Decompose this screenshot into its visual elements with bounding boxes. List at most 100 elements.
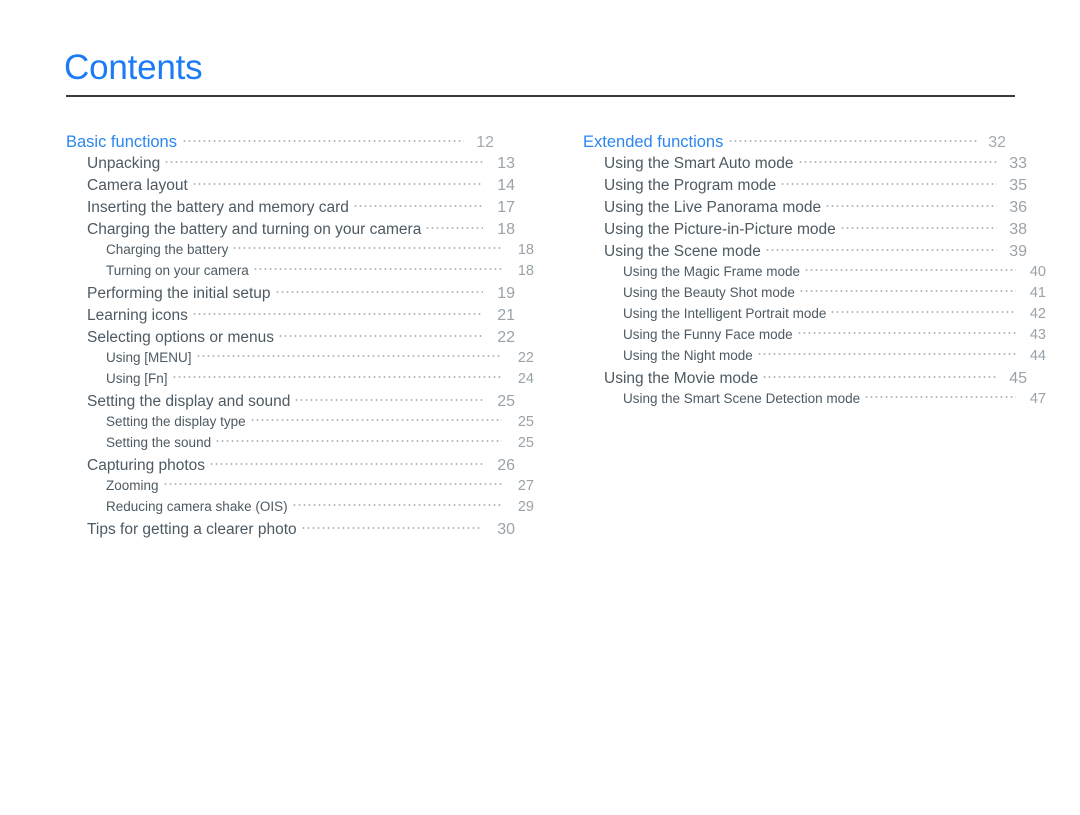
toc-entry[interactable]: Capturing photos 26	[66, 454, 515, 476]
toc-dot-leader	[825, 196, 997, 212]
toc-entry-label: Inserting the battery and memory card	[87, 198, 349, 216]
toc-entry-page-number: 12	[476, 133, 494, 151]
toc-entry[interactable]: Using the Picture-in-Picture mode 38	[583, 218, 1027, 240]
toc-entry-page-number: 44	[1029, 347, 1046, 364]
toc-entry-label: Unpacking	[87, 154, 161, 172]
toc-entry[interactable]: Using [MENU] 22	[66, 348, 534, 369]
toc-dot-leader	[756, 346, 1016, 360]
toc-entry[interactable]: Setting the display type 25	[66, 412, 534, 433]
toc-entry-label: Tips for getting a clearer photo	[87, 520, 297, 538]
toc-entry-label: Charging the battery	[106, 241, 229, 257]
toc-entry[interactable]: Zooming 27	[66, 476, 534, 497]
toc-entry-label: Using the Night mode	[623, 347, 753, 363]
toc-entry-label: Using the Intelligent Portrait mode	[623, 305, 827, 321]
toc-dot-leader	[277, 326, 483, 342]
toc-entry-label: Using the Live Panorama mode	[604, 198, 822, 216]
toc-entry-page-number: 42	[1029, 305, 1046, 322]
toc-entry-label: Using the Magic Frame mode	[623, 263, 801, 279]
toc-dot-leader	[425, 218, 483, 234]
toc-entry-page-number: 30	[497, 520, 515, 538]
toc-entry[interactable]: Using the Smart Auto mode 33	[583, 152, 1027, 174]
toc-left-column: Basic functions 12 Unpacking 13 Camera layou…	[66, 130, 534, 540]
toc-entry[interactable]: Using the Intelligent Portrait mode 42	[583, 304, 1046, 325]
toc-entry[interactable]: Using the Night mode 44	[583, 346, 1046, 367]
toc-entry[interactable]: Learning icons 21	[66, 304, 515, 326]
toc-dot-leader	[294, 390, 483, 406]
toc-entry[interactable]: Tips for getting a clearer photo 30	[66, 518, 515, 540]
toc-right-column: Extended functions 32 Using the Smart Auto…	[583, 130, 1046, 410]
toc-entry-page-number: 18	[517, 262, 534, 279]
toc-dot-leader	[215, 433, 502, 447]
toc-entry-page-number: 47	[1029, 390, 1046, 407]
toc-entry-page-number: 21	[497, 306, 515, 324]
toc-entry[interactable]: Selecting options or menus 22	[66, 326, 515, 348]
toc-dot-leader	[780, 174, 997, 190]
toc-entry[interactable]: Inserting the battery and memory card 17	[66, 196, 515, 218]
toc-dot-leader	[300, 518, 483, 534]
toc-entry-page-number: 27	[517, 477, 534, 494]
toc-entry[interactable]: Charging the battery and turning on your…	[66, 218, 515, 240]
toc-entry[interactable]: Performing the initial setup 19	[66, 282, 515, 304]
toc-entry-label: Setting the display and sound	[87, 392, 291, 410]
toc-dot-leader	[164, 152, 483, 168]
toc-entry[interactable]: Setting the sound 25	[66, 433, 534, 454]
toc-dot-leader	[162, 476, 502, 490]
toc-entry[interactable]: Setting the display and sound 25	[66, 390, 515, 412]
toc-entry-label: Using the Smart Scene Detection mode	[623, 390, 861, 406]
toc-entry[interactable]: Using the Beauty Shot mode 41	[583, 283, 1046, 304]
toc-entry-page-number: 32	[988, 133, 1006, 151]
toc-entry-label: Capturing photos	[87, 456, 206, 474]
toc-entry-label: Setting the sound	[106, 434, 212, 450]
toc-entry[interactable]: Using the Scene mode 39	[583, 240, 1027, 262]
toc-entry[interactable]: Using the Movie mode 45	[583, 367, 1027, 389]
toc-entry-page-number: 39	[1009, 242, 1027, 260]
toc-entry[interactable]: Reducing camera shake (OIS) 29	[66, 497, 534, 518]
toc-entry[interactable]: Using the Program mode 35	[583, 174, 1027, 196]
toc-dot-leader	[171, 369, 502, 383]
toc-entry[interactable]: Using [Fn] 24	[66, 369, 534, 390]
toc-entry-label: Extended functions	[583, 132, 724, 151]
toc-entry-label: Camera layout	[87, 176, 188, 194]
toc-entry-page-number: 33	[1009, 154, 1027, 172]
toc-entry[interactable]: Extended functions 32	[583, 130, 1006, 152]
toc-entry-page-number: 26	[497, 456, 515, 474]
toc-entry[interactable]: Using the Live Panorama mode 36	[583, 196, 1027, 218]
toc-entry-label: Using [Fn]	[106, 370, 168, 386]
toc-entry-page-number: 40	[1029, 263, 1046, 280]
contents-page: Contents Basic functions 12 Unpacking 13 Cam…	[0, 0, 1080, 815]
toc-dot-leader	[864, 389, 1016, 403]
toc-entry[interactable]: Unpacking 13	[66, 152, 515, 174]
toc-dot-leader	[764, 240, 997, 256]
toc-entry-label: Zooming	[106, 477, 159, 493]
toc-entry-page-number: 29	[517, 498, 534, 515]
toc-entry-page-number: 18	[517, 241, 534, 258]
toc-dot-leader	[181, 130, 464, 147]
toc-entry-page-number: 45	[1009, 369, 1027, 387]
toc-entry[interactable]: Camera layout 14	[66, 174, 515, 196]
toc-dot-leader	[191, 304, 483, 320]
toc-dot-leader	[232, 240, 502, 254]
toc-dot-leader	[796, 325, 1016, 339]
toc-dot-leader	[209, 454, 483, 470]
toc-entry[interactable]: Turning on your camera 18	[66, 261, 534, 282]
toc-entry[interactable]: Basic functions 12	[66, 130, 494, 152]
toc-dot-leader	[191, 174, 483, 190]
toc-dot-leader	[839, 218, 997, 234]
toc-dot-leader	[830, 304, 1016, 318]
toc-entry-label: Using the Funny Face mode	[623, 326, 793, 342]
toc-entry-label: Using the Movie mode	[604, 369, 759, 387]
toc-entry-page-number: 25	[517, 413, 534, 430]
toc-entry-label: Using [MENU]	[106, 349, 192, 365]
toc-dot-leader	[291, 497, 502, 511]
toc-dot-leader	[804, 262, 1016, 276]
toc-entry-label: Setting the display type	[106, 413, 246, 429]
toc-entry[interactable]: Using the Magic Frame mode 40	[583, 262, 1046, 283]
toc-entry[interactable]: Using the Smart Scene Detection mode 47	[583, 389, 1046, 410]
toc-entry-label: Learning icons	[87, 306, 188, 324]
toc-dot-leader	[352, 196, 483, 212]
toc-entry-page-number: 13	[497, 154, 515, 172]
table-of-contents: Basic functions 12 Unpacking 13 Camera layou…	[0, 130, 1080, 690]
toc-entry[interactable]: Using the Funny Face mode 43	[583, 325, 1046, 346]
toc-entry[interactable]: Charging the battery 18	[66, 240, 534, 261]
toc-entry-page-number: 22	[497, 328, 515, 346]
